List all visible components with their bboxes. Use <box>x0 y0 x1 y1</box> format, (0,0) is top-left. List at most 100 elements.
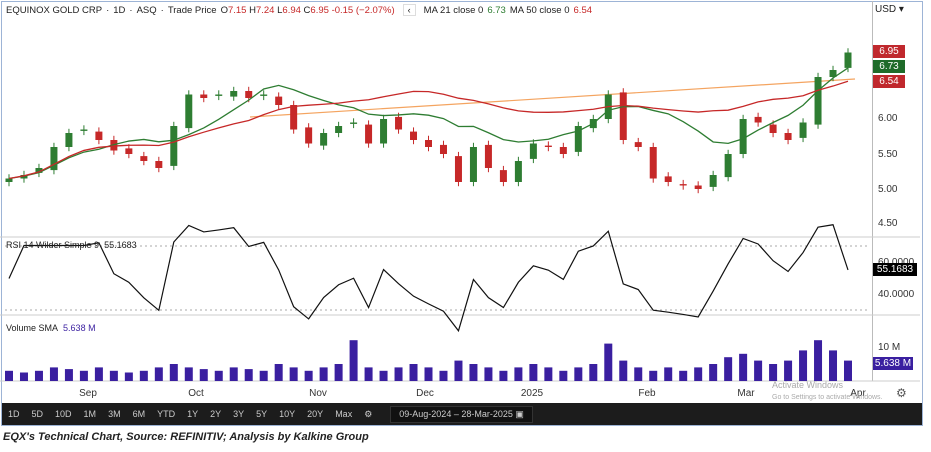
candle-body <box>410 131 418 140</box>
date-range-picker[interactable]: 09-Aug-2024 – 28-Mar-2025 ▣ <box>390 405 533 423</box>
volume-legend: Volume SMA 5.638 M <box>6 323 96 333</box>
candle-body <box>649 147 657 179</box>
chart-settings-icon[interactable]: ⚙ <box>896 386 907 400</box>
volume-bar <box>379 370 388 381</box>
volume-bar <box>769 364 778 381</box>
period-button-1d[interactable]: 1D <box>2 403 26 425</box>
volume-bar <box>829 350 838 381</box>
volume-bar <box>589 364 598 381</box>
period-button-3m[interactable]: 3M <box>102 403 127 425</box>
volume-bar <box>739 353 748 381</box>
volume-tick: 10 M <box>878 342 901 353</box>
volume-bar <box>154 367 163 381</box>
candle-body <box>619 92 627 140</box>
volume-bar <box>649 370 658 381</box>
month-label: Sep <box>79 388 97 399</box>
close-price-tag: 6.95 <box>873 45 905 58</box>
candle-body <box>784 133 792 140</box>
candle-body <box>425 140 432 147</box>
candle-body <box>499 170 507 182</box>
volume-sma-tag: 5.638 M <box>873 357 913 370</box>
price-tick: 6.00 <box>878 113 898 124</box>
candle-body <box>544 145 552 147</box>
calendar-icon: ▣ <box>515 408 524 419</box>
candle-body <box>170 126 178 166</box>
candle-body <box>350 122 358 124</box>
period-button-5d[interactable]: 5D <box>26 403 50 425</box>
volume-bar <box>484 367 493 381</box>
candle-body <box>814 77 822 125</box>
period-button-10y[interactable]: 10Y <box>273 403 301 425</box>
rsi-legend: RSI 14 Wilder Simple 9 55.1683 <box>6 240 137 250</box>
volume-bar <box>754 360 763 381</box>
volume-bar <box>334 364 343 381</box>
candle-body <box>514 161 522 182</box>
period-button-5y[interactable]: 5Y <box>250 403 273 425</box>
volume-bar <box>274 364 283 381</box>
candle-body <box>529 143 537 159</box>
caption: EQX's Technical Chart, Source: REFINITIV… <box>3 431 369 443</box>
period-settings-icon[interactable]: ⚙ <box>358 403 378 425</box>
period-button-20y[interactable]: 20Y <box>301 403 329 425</box>
candle-body <box>365 124 373 144</box>
month-label: Nov <box>309 388 327 399</box>
period-button-10d[interactable]: 10D <box>49 403 78 425</box>
volume-bar <box>694 367 703 381</box>
candle-body <box>275 96 283 105</box>
volume-bar <box>349 340 358 381</box>
candle-body <box>140 156 148 161</box>
candle-body <box>290 105 298 130</box>
month-label: 2025 <box>520 388 544 399</box>
ma21-tag: 6.73 <box>873 60 905 73</box>
volume-bar <box>529 364 538 381</box>
candle-body <box>469 147 477 182</box>
volume-bar <box>559 370 568 381</box>
candle-body <box>664 176 672 182</box>
volume-bar <box>169 364 178 381</box>
period-toolbar: 1D 5D 10D 1M 3M 6M YTD 1Y 2Y 3Y 5Y 10Y 20Y Max ⚙ 09-Aug… <box>2 403 922 425</box>
volume-bar <box>394 367 403 381</box>
candle-body <box>230 91 238 97</box>
candle-body <box>305 127 313 144</box>
period-button-6m[interactable]: 6M <box>127 403 152 425</box>
candle-body <box>484 144 492 168</box>
candle-body <box>215 94 223 96</box>
volume-bar <box>49 367 58 381</box>
candle-body <box>95 131 103 140</box>
candle-body <box>739 119 747 154</box>
period-button-1y[interactable]: 1Y <box>181 403 204 425</box>
period-button-max[interactable]: Max <box>329 403 358 425</box>
period-button-3y[interactable]: 3Y <box>227 403 250 425</box>
volume-bar <box>784 360 793 381</box>
candle-body <box>769 124 777 133</box>
period-button-ytd[interactable]: YTD <box>151 403 181 425</box>
volume-bar <box>319 367 328 381</box>
volume-bar <box>574 367 583 381</box>
candle-body <box>679 184 687 186</box>
volume-bar <box>724 357 733 381</box>
candle-body <box>844 52 852 68</box>
candle-body <box>200 94 208 98</box>
volume-bar <box>799 350 808 381</box>
volume-bar <box>214 370 223 381</box>
chart-canvas[interactable] <box>0 0 931 403</box>
volume-bar <box>289 367 298 381</box>
candle-body <box>260 94 268 96</box>
candle-body <box>320 133 328 146</box>
candle-body <box>799 122 807 138</box>
candle-body <box>634 142 642 147</box>
volume-bar <box>619 360 628 381</box>
candle-body <box>694 185 702 189</box>
volume-bar <box>844 360 852 381</box>
volume-bar <box>124 372 133 381</box>
volume-bar <box>454 360 463 381</box>
volume-bar <box>5 370 13 381</box>
price-tick: 5.50 <box>878 149 898 160</box>
period-button-2y[interactable]: 2Y <box>204 403 227 425</box>
volume-bar <box>469 364 478 381</box>
price-tick: 4.50 <box>878 218 898 229</box>
period-button-1m[interactable]: 1M <box>78 403 103 425</box>
volume-bar <box>139 370 148 381</box>
rsi-value-tag: 55.1683 <box>873 263 917 276</box>
volume-bar <box>424 367 433 381</box>
